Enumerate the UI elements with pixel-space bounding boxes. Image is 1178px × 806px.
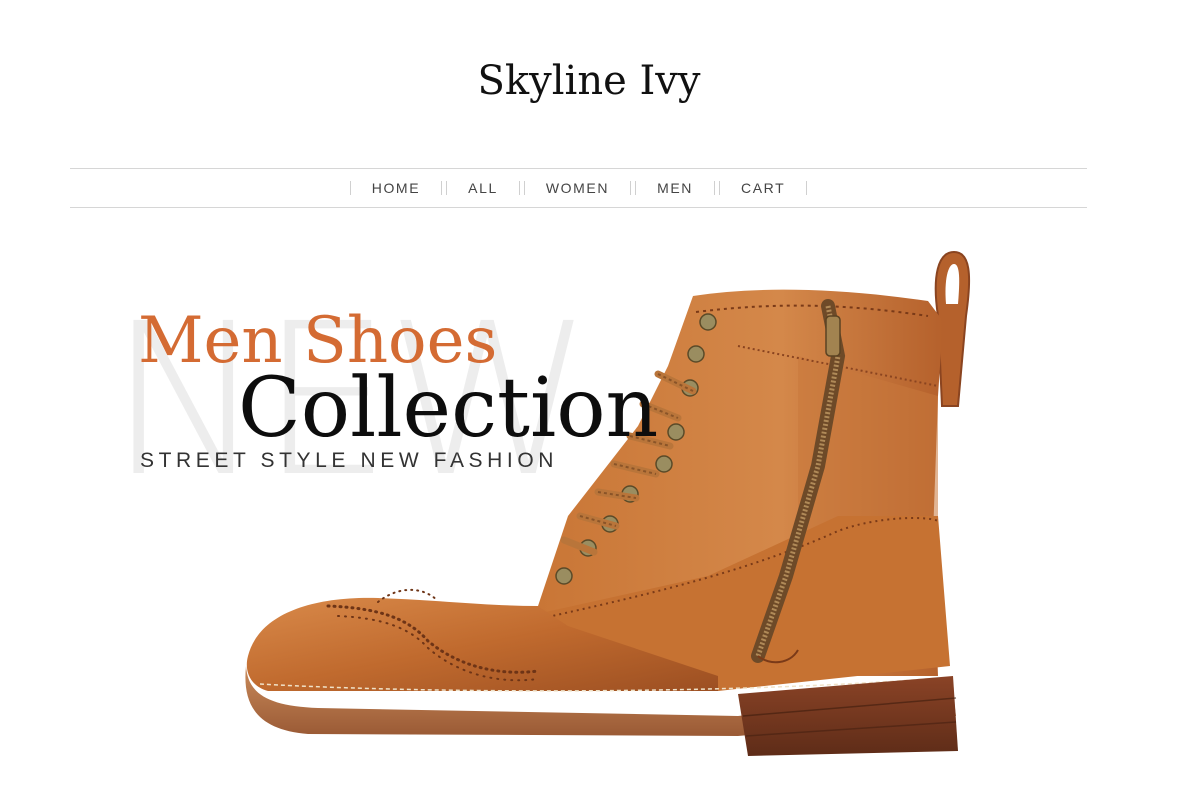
nav-list: HOME ALL WOMEN MEN CART <box>349 180 808 196</box>
main-nav: HOME ALL WOMEN MEN CART <box>70 168 1087 208</box>
nav-item-women[interactable]: WOMEN <box>525 180 630 196</box>
nav-divider <box>806 181 808 195</box>
site-title[interactable]: Skyline Ivy <box>0 58 1178 104</box>
hero-tagline: STREET STYLE NEW FASHION <box>140 449 559 472</box>
nav-divider <box>518 181 520 195</box>
nav-item-men[interactable]: MEN <box>636 180 714 196</box>
hero-banner: NEW Men Shoes Collection STREET STYLE NE… <box>0 208 1178 806</box>
nav-item-cart[interactable]: CART <box>720 180 806 196</box>
nav-divider <box>441 181 443 195</box>
nav-divider <box>630 181 632 195</box>
nav-item-home[interactable]: HOME <box>351 180 441 196</box>
nav-item-all[interactable]: ALL <box>447 180 519 196</box>
hero-title: Collection <box>238 361 659 456</box>
nav-divider <box>714 181 715 195</box>
page: Skyline Ivy HOME ALL WOMEN MEN CART NEW <box>0 0 1178 806</box>
